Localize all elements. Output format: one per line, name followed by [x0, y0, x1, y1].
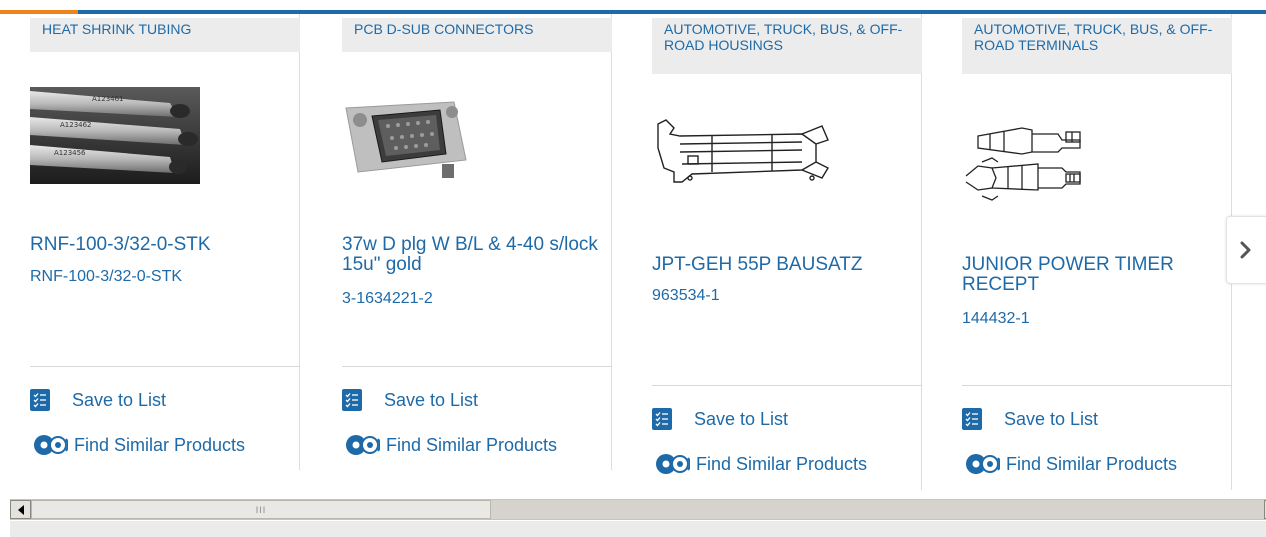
product-card: AUTOMOTIVE, TRUCK, BUS, & OFF-ROAD HOUSI… — [632, 14, 922, 490]
arrow-left-icon — [17, 504, 24, 515]
chevron-right-icon — [1240, 241, 1251, 259]
product-image[interactable] — [652, 118, 832, 193]
scroll-left-button[interactable] — [10, 500, 31, 519]
product-image[interactable] — [342, 98, 482, 193]
save-to-list-button[interactable]: Save to List — [652, 406, 788, 432]
carousel-next-button[interactable] — [1226, 216, 1266, 284]
product-image[interactable]: A123461 A123462 A123456 — [30, 87, 200, 189]
find-similar-label: Find Similar Products — [1006, 453, 1178, 474]
svg-text:A123461: A123461 — [92, 95, 124, 103]
checklist-icon — [652, 408, 672, 430]
find-similar-label: Find Similar Products — [74, 434, 246, 455]
save-to-list-label: Save to List — [384, 389, 479, 410]
heat-shrink-tubing-photo: A123461 A123462 A123456 — [30, 87, 200, 184]
part-number[interactable]: 144432-1 — [962, 309, 1030, 329]
save-to-list-button[interactable]: Save to List — [342, 387, 478, 413]
checklist-icon — [342, 389, 362, 411]
scrollbar-grip: III — [255, 504, 267, 515]
gears-icon — [346, 435, 380, 455]
category-label[interactable]: PCB D-SUB CONNECTORS — [342, 18, 612, 52]
category-label[interactable]: AUTOMOTIVE, TRUCK, BUS, & OFF-ROAD TERMI… — [962, 18, 1232, 74]
save-to-list-label: Save to List — [1004, 408, 1099, 429]
dsub-connector-photo — [342, 98, 482, 188]
product-title[interactable]: JUNIOR POWER TIMER RECEPT — [962, 255, 1222, 295]
divider — [30, 366, 300, 367]
product-image[interactable] — [962, 118, 1142, 209]
divider — [342, 366, 612, 367]
product-card: AUTOMOTIVE, TRUCK, BUS, & OFF-ROAD TERMI… — [942, 14, 1232, 490]
divider — [652, 385, 922, 386]
product-title[interactable]: 37w D plg W B/L & 4-40 s/lock 15u" gold — [342, 235, 602, 275]
scrollbar-thumb[interactable]: III — [31, 500, 491, 519]
part-number[interactable]: RNF-100-3/32-0-STK — [30, 267, 182, 287]
product-card: HEAT SHRINK TUBING A123461 A123462 A1234… — [10, 14, 300, 470]
part-number[interactable]: 3-1634221-2 — [342, 289, 433, 309]
terminal-line-drawing — [965, 127, 1081, 201]
product-title[interactable]: RNF-100-3/32-0-STK — [30, 235, 290, 255]
find-similar-button[interactable]: Find Similar Products — [342, 432, 557, 458]
find-similar-button[interactable]: Find Similar Products — [30, 432, 245, 458]
product-card: PCB D-SUB CONNECTORS 37w D plg W B/L & 4… — [322, 14, 612, 470]
housing-line-drawing — [657, 119, 829, 183]
product-carousel-page: HEAT SHRINK TUBING A123461 A123462 A1234… — [0, 0, 1266, 537]
svg-text:A123456: A123456 — [54, 149, 86, 157]
gears-icon — [656, 454, 690, 474]
find-similar-button[interactable]: Find Similar Products — [652, 451, 867, 477]
find-similar-label: Find Similar Products — [386, 434, 558, 455]
horizontal-scrollbar[interactable]: III — [10, 499, 1266, 520]
divider — [962, 385, 1232, 386]
product-title[interactable]: JPT-GEH 55P BAUSATZ — [652, 255, 912, 275]
save-to-list-label: Save to List — [72, 389, 167, 410]
svg-text:A123462: A123462 — [60, 121, 92, 129]
part-number[interactable]: 963534-1 — [652, 286, 720, 306]
bottom-bar — [10, 521, 1266, 537]
gears-icon — [966, 454, 1000, 474]
save-to-list-button[interactable]: Save to List — [30, 387, 166, 413]
find-similar-label: Find Similar Products — [696, 453, 868, 474]
save-to-list-button[interactable]: Save to List — [962, 406, 1098, 432]
gears-icon — [34, 435, 68, 455]
checklist-icon — [962, 408, 982, 430]
category-label[interactable]: HEAT SHRINK TUBING — [30, 18, 300, 52]
category-label[interactable]: AUTOMOTIVE, TRUCK, BUS, & OFF-ROAD HOUSI… — [652, 18, 922, 74]
find-similar-button[interactable]: Find Similar Products — [962, 451, 1177, 477]
save-to-list-label: Save to List — [694, 408, 789, 429]
checklist-icon — [30, 389, 50, 411]
